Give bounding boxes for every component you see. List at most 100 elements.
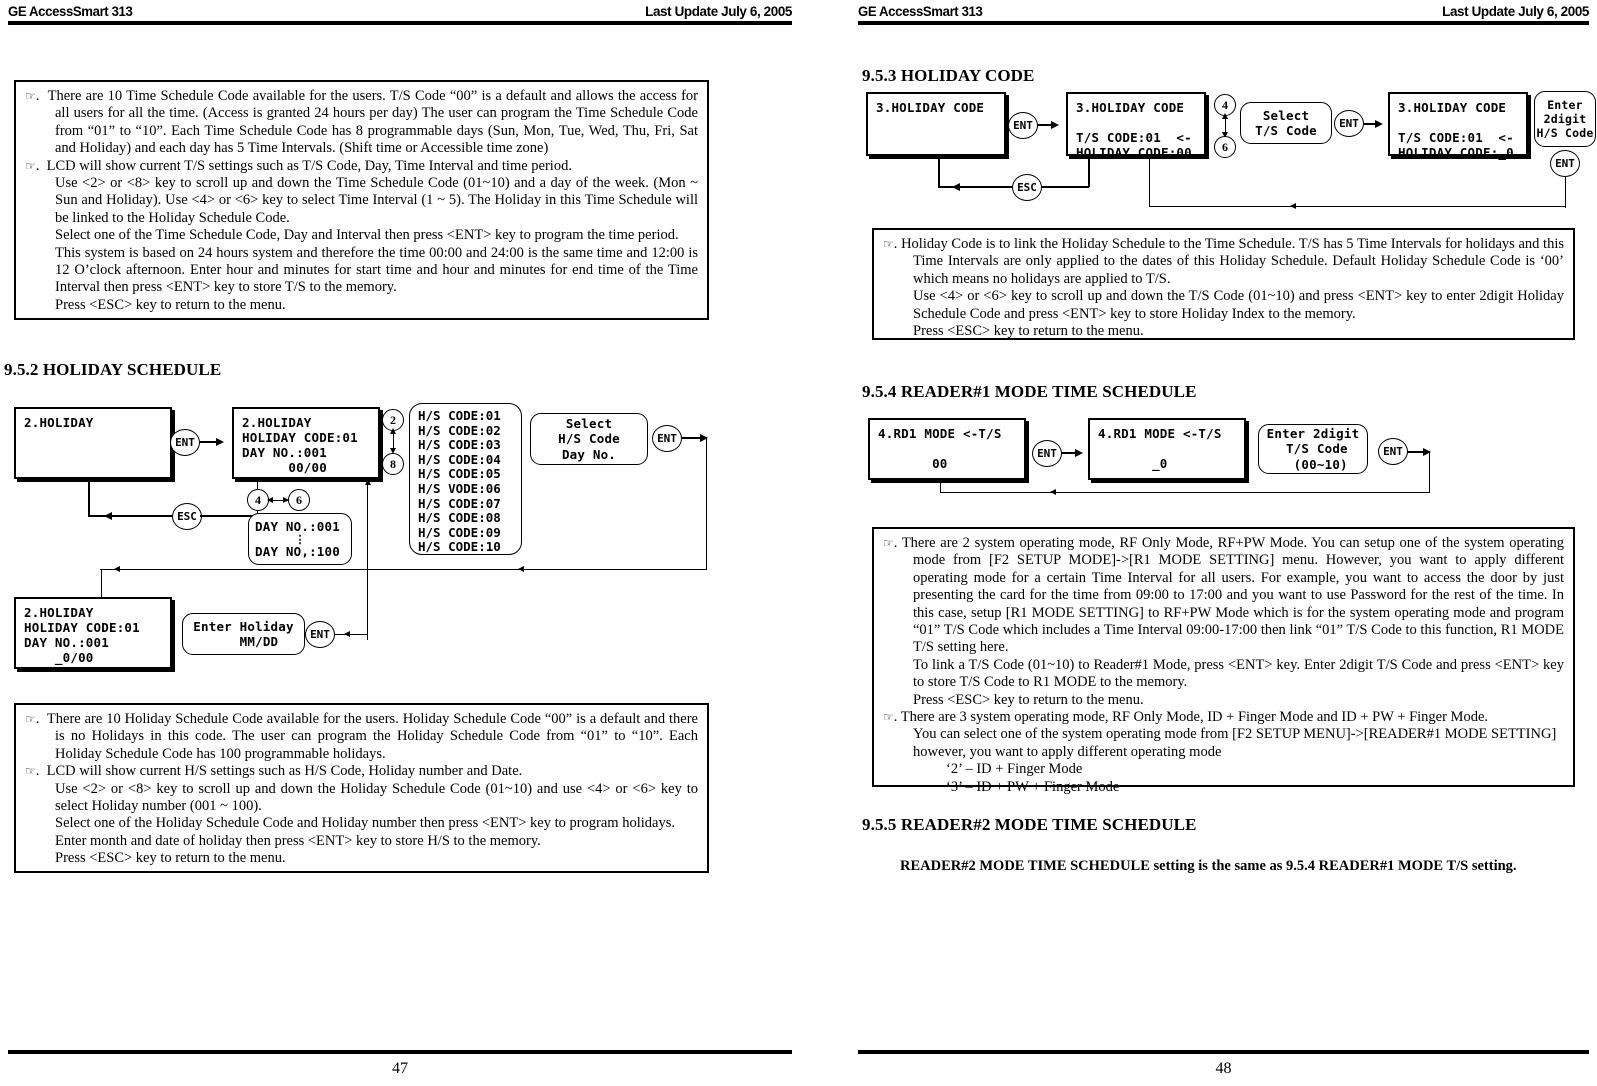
page-47: GE AccessSmart 313 Last Update July 6, 2… — [0, 0, 800, 1086]
arrow-left — [952, 182, 960, 191]
hs-code-item: H/S CODE:01 — [418, 408, 501, 423]
lcd-text: 4.RD1 MODE <-T/S 00 — [878, 426, 1002, 471]
key-6[interactable]: 6 — [288, 489, 310, 511]
page-48: GE AccessSmart 313 Last Update July 6, 2… — [850, 0, 1597, 1086]
pointer-icon: ☞ — [883, 710, 894, 725]
flow-line — [940, 492, 1430, 494]
pointer-icon: ☞ — [883, 237, 894, 251]
arrow-right — [1051, 120, 1059, 129]
lcd-text: 2.HOLIDAY — [24, 415, 94, 430]
header-rule — [858, 21, 1589, 25]
page-header-48: GE AccessSmart 313 Last Update July 6, 2… — [858, 4, 1589, 30]
section-heading-953: 9.5.3 HOLIDAY CODE — [862, 66, 1035, 85]
hs-code-item: H/S CODE:05 — [418, 466, 501, 482]
key-ent-2[interactable]: ENT — [1334, 110, 1364, 137]
note-hs-bullet2: LCD will show current H/S settings such … — [46, 763, 523, 780]
arrow-right — [216, 437, 224, 446]
note-ts-line5: This system is based on 24 hours system … — [55, 244, 698, 296]
key-8[interactable]: 8 — [382, 453, 404, 475]
note-ts-line4: Select one of the Time Schedule Code, Da… — [55, 227, 679, 244]
arrow-left — [267, 496, 273, 503]
enter-2digit-hs-code-box: Enter 2digit H/S Code — [1534, 91, 1596, 147]
section-heading-952: 9.5.2 HOLIDAY SCHEDULE — [4, 360, 222, 379]
diagram-holiday-code: 3.HOLIDAY CODE ENT 3.HOLIDAY CODE T/S CO… — [850, 88, 1597, 209]
note-box-time-schedule: ☞. There are 10 Time Schedule Code avail… — [14, 80, 709, 320]
page-footer-48: 48 — [858, 1050, 1589, 1078]
key-4[interactable]: 4 — [247, 489, 269, 511]
section-heading-954: 9.5.4 READER#1 MODE TIME SCHEDULE — [862, 382, 1197, 401]
key-ent-3[interactable]: ENT — [305, 621, 335, 648]
header-title-left: GE AccessSmart 313 — [8, 3, 133, 19]
flow-line — [88, 515, 173, 517]
key-esc[interactable]: ESC — [1012, 174, 1042, 201]
key-ent-2[interactable]: ENT — [1378, 438, 1408, 465]
hs-code-item: H/S CODE:02 — [418, 422, 501, 438]
arrow-left — [518, 565, 524, 572]
lcd-text: 3.HOLIDAY CODE — [876, 100, 985, 115]
lcd-screen-enter-holiday-date: 2.HOLIDAY HOLIDAY CODE:01 DAY NO.:001 _0… — [14, 597, 172, 669]
flow-line — [1041, 186, 1089, 188]
note-ts-bullet1: There are 10 Time Schedule Code availabl… — [47, 88, 698, 157]
select-hs-code-box: Select H/S Code Day No. — [530, 413, 648, 465]
enter-holiday-text: Enter Holiday MM/DD — [193, 618, 294, 650]
ellipsis: ⋮ — [294, 532, 306, 546]
arrow-up — [1222, 113, 1228, 119]
note-953-line2: Use <4> or <6> key to scroll up and down… — [913, 288, 1564, 322]
key-ent-1[interactable]: ENT — [1008, 112, 1038, 139]
note-955-text: READER#2 MODE TIME SCHEDULE setting is t… — [900, 858, 1517, 874]
hs-code-item: H/S CODE:04 — [418, 451, 501, 467]
page-number: 48 — [1215, 1060, 1232, 1077]
header-title-right: GE AccessSmart 313 — [858, 3, 983, 19]
arrow-left — [1290, 203, 1296, 209]
flow-line — [938, 156, 940, 188]
header-date-left: Last Update July 6, 2005 — [645, 3, 792, 19]
flow-line — [100, 569, 707, 571]
key-ent-1[interactable]: ENT — [170, 429, 200, 456]
key-ent-3[interactable]: ENT — [1550, 150, 1580, 177]
select-box-text: Select H/S Code Day No. — [558, 415, 620, 462]
lcd-screen-ts-holiday-code: 3.HOLIDAY CODE T/S CODE:01 <- HOLIDAY CO… — [1066, 92, 1206, 160]
key-6[interactable]: 6 — [1214, 136, 1236, 158]
page-footer-47: 47 — [8, 1050, 792, 1078]
arrow-right — [1075, 448, 1083, 457]
note-box-holiday-code: ☞. Holiday Code is to link the Holiday S… — [872, 228, 1575, 340]
note-ts-line6: Press <ESC> key to return to the menu. — [55, 296, 286, 313]
lcd-screen-holiday-code-menu: 3.HOLIDAY CODE — [866, 92, 1006, 156]
note-ts-bullet2: LCD will show current T/S settings such … — [46, 157, 572, 174]
note-954-bullet2: There are 3 system operating mode, RF On… — [900, 709, 1489, 726]
key-esc[interactable]: ESC — [172, 503, 202, 530]
note-954-line4: You can select one of the system operati… — [913, 726, 1557, 760]
note-hs-line5: Enter month and date of holiday then pre… — [55, 832, 541, 849]
hs-code-item: H/S VODE:06 — [418, 480, 501, 496]
flow-line — [88, 479, 90, 517]
note-954-line3: Press <ESC> key to return to the menu. — [913, 691, 1144, 708]
arrow-up — [390, 428, 396, 434]
pointer-icon: ☞ — [25, 158, 36, 173]
arrow-left — [1050, 489, 1056, 495]
lcd-text: 2.HOLIDAY HOLIDAY CODE:01 DAY NO.:001 _0… — [24, 605, 140, 665]
flow-line — [367, 483, 369, 640]
flow-line — [101, 569, 103, 597]
pointer-icon: ☞ — [883, 536, 894, 550]
lcd-screen-enter-hs-code: 3.HOLIDAY CODE T/S CODE:01 <- HOLIDAY CO… — [1388, 92, 1528, 160]
flow-line — [334, 634, 368, 636]
day-no-bottom: DAY NO,:100 — [255, 543, 340, 559]
note-954-bullet1: There are 2 system operating mode, RF On… — [901, 535, 1564, 656]
lcd-text: 2.HOLIDAY HOLIDAY CODE:01 DAY NO.:001 00… — [242, 415, 358, 475]
note-box-reader1-mode: ☞. There are 2 system operating mode, RF… — [872, 527, 1575, 795]
note-hs-line6: Press <ESC> key to return to the menu. — [55, 850, 286, 867]
flow-line — [940, 480, 942, 493]
header-rule — [8, 21, 792, 25]
note-953-bullet1: Holiday Code is to link the Holiday Sche… — [901, 236, 1565, 287]
section-heading-955: 9.5.5 READER#2 MODE TIME SCHEDULE — [862, 815, 1197, 834]
enter-box-text: Enter 2digit H/S Code — [1536, 98, 1594, 140]
key-ent-1[interactable]: ENT — [1032, 440, 1062, 467]
footer-rule — [858, 1050, 1589, 1054]
flow-line — [1088, 156, 1090, 187]
arrow-left — [344, 631, 350, 637]
flow-line — [1565, 176, 1567, 208]
lcd-text: 3.HOLIDAY CODE T/S CODE:01 <- HOLIDAY CO… — [1076, 100, 1192, 160]
hs-code-item: H/S CODE:10 — [418, 539, 501, 555]
lcd-screen-rd1-mode: 4.RD1 MODE <-T/S 00 — [868, 418, 1026, 480]
key-ent-2[interactable]: ENT — [652, 425, 682, 452]
